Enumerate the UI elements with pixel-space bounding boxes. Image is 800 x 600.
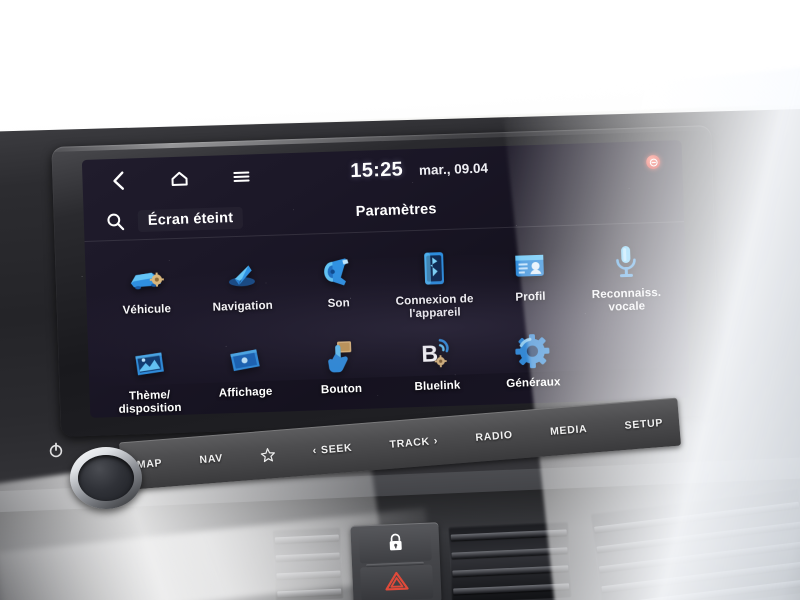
door-lock-button[interactable]	[358, 526, 432, 564]
chevron-left-icon[interactable]	[106, 169, 129, 192]
clock-time: 15:25	[349, 158, 404, 183]
settings-item-connexion-appareil[interactable]: Connexion de l'appareil	[385, 243, 484, 332]
clock-date: mar., 09.04	[418, 160, 489, 178]
settings-item-navigation[interactable]: Navigation	[193, 249, 292, 338]
car-infotainment-photo: 15:25 mar., 09.04 Écran éteint Paramètre…	[0, 0, 800, 600]
hazard-warning-icon	[384, 570, 409, 596]
screen-off-button[interactable]: Écran éteint	[137, 206, 243, 231]
display-screen-icon	[223, 340, 266, 381]
settings-item-vehicule[interactable]: Véhicule	[97, 252, 196, 341]
hard-button-track[interactable]: TRACK ›	[389, 435, 438, 451]
settings-item-label: Thème/ disposition	[118, 388, 182, 416]
star-favorite-icon[interactable]	[260, 447, 276, 463]
settings-item-label: Bluelink	[414, 378, 461, 394]
home-icon[interactable]	[168, 167, 191, 190]
power-icon	[48, 442, 64, 458]
button-hand-press-icon	[319, 337, 362, 378]
power-volume-knob[interactable]	[49, 442, 142, 509]
svg-text:B: B	[421, 340, 438, 367]
chevron-left-icon: ‹	[312, 444, 318, 458]
hard-button-track-label: TRACK	[389, 435, 431, 451]
hard-button-seek[interactable]: ‹ SEEK	[312, 442, 353, 457]
hard-button-setup[interactable]: SETUP	[624, 417, 663, 432]
settings-item-label: Navigation	[212, 298, 274, 314]
car-settings-icon	[124, 257, 167, 298]
settings-item-affichage[interactable]: Affichage	[196, 335, 295, 418]
settings-item-label: Véhicule	[122, 302, 172, 317]
settings-item-son[interactable]: Son	[289, 246, 388, 335]
hazard-warning-button[interactable]	[360, 564, 434, 600]
settings-item-bluelink[interactable]: B Bluelink	[388, 329, 487, 418]
settings-item-label: Bouton	[320, 381, 363, 397]
settings-item-theme-disposition[interactable]: Thème/ disposition	[100, 338, 199, 418]
settings-item-label: Son	[327, 296, 350, 310]
page-title: Paramètres	[355, 201, 437, 220]
bluelink-b-icon: B	[415, 334, 458, 375]
clock-block: 15:25 mar., 09.04	[350, 156, 488, 184]
settings-item-bouton[interactable]: Bouton	[292, 332, 391, 418]
speaker-icon	[316, 251, 359, 292]
hard-button-radio[interactable]: RADIO	[475, 429, 513, 444]
settings-item-label: Connexion de l'appareil	[395, 292, 474, 321]
theme-picture-icon	[127, 343, 170, 384]
door-lock-icon	[386, 533, 404, 558]
sun-glare-right	[501, 64, 800, 600]
chevron-right-icon: ›	[433, 434, 439, 448]
search-icon[interactable]	[84, 211, 139, 232]
hard-button-media[interactable]: MEDIA	[550, 423, 588, 438]
hamburger-menu-icon[interactable]	[230, 165, 253, 188]
device-connection-phone-icon	[412, 248, 455, 289]
settings-item-label: Affichage	[218, 384, 273, 400]
navigation-arrow-icon	[220, 254, 263, 295]
center-button-cluster	[350, 522, 442, 600]
hard-button-nav[interactable]: NAV	[199, 452, 223, 466]
hard-button-seek-label: SEEK	[320, 441, 353, 457]
